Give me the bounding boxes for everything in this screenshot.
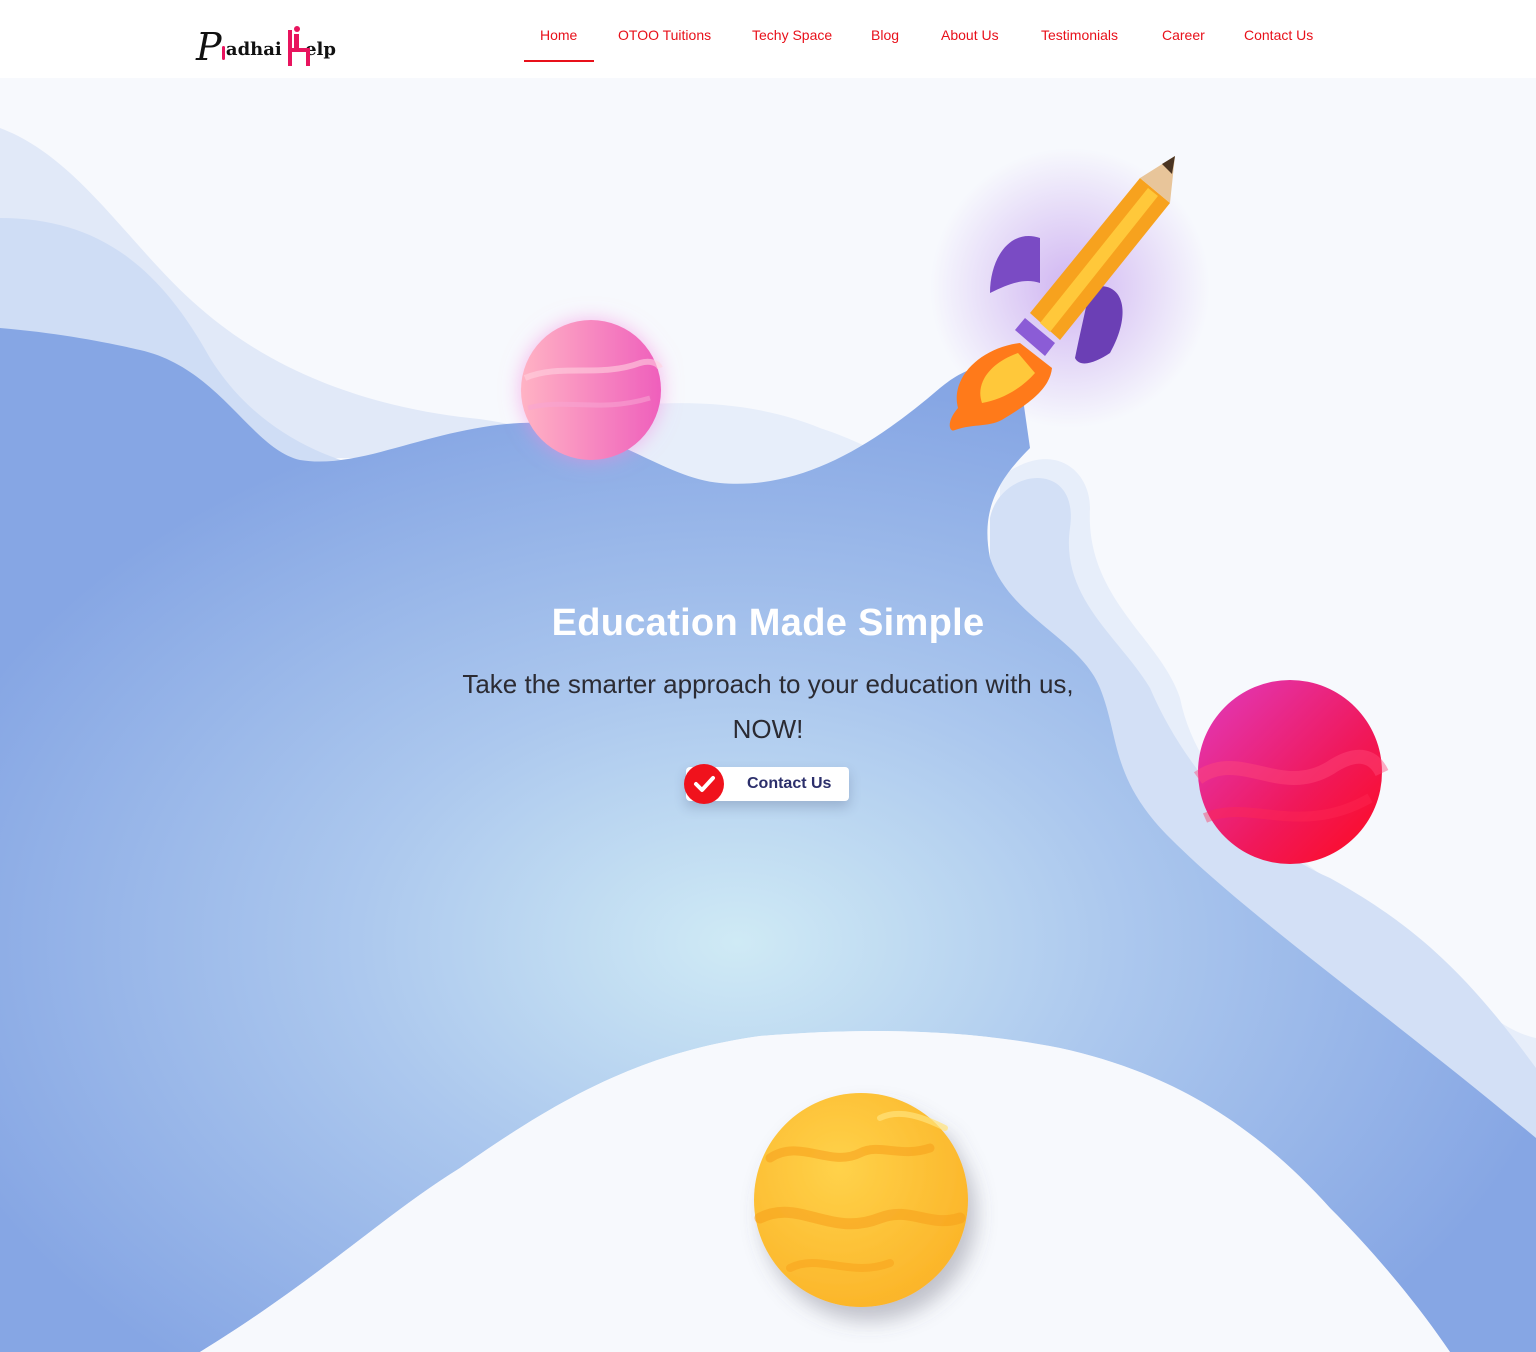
pink-planet-icon — [521, 320, 663, 460]
site-header: P adhai elp Home OTOO Tuitions Techy Spa… — [0, 0, 1536, 78]
magenta-planet-icon — [1193, 680, 1389, 864]
yellow-planet-icon — [754, 1093, 968, 1307]
active-nav-indicator — [524, 60, 594, 62]
nav-item-otoo-tuitions[interactable]: OTOO Tuitions — [618, 27, 711, 43]
nav-item-about-us[interactable]: About Us — [941, 27, 999, 43]
hero-title: Education Made Simple — [551, 602, 985, 644]
contact-us-button[interactable]: Contact Us — [684, 764, 849, 804]
nav-item-career[interactable]: Career — [1162, 27, 1205, 43]
hero-subtitle: Take the smarter approach to your educat… — [462, 669, 1074, 744]
nav-item-testimonials[interactable]: Testimonials — [1041, 27, 1118, 43]
nav-item-contact-us[interactable]: Contact Us — [1244, 27, 1313, 43]
hero-section: Education Made Simple Take the smarter a… — [0, 78, 1536, 1352]
landing-page: P adhai elp Home OTOO Tuitions Techy Spa… — [0, 0, 1536, 1352]
main-nav: Home OTOO Tuitions Techy Space Blog Abou… — [0, 0, 1536, 78]
nav-item-techy-space[interactable]: Techy Space — [752, 27, 832, 43]
nav-item-blog[interactable]: Blog — [871, 27, 899, 43]
nav-item-home[interactable]: Home — [540, 27, 577, 43]
contact-us-button-label: Contact Us — [747, 775, 832, 792]
check-circle-icon — [684, 764, 724, 804]
pencil-rocket-icon — [930, 148, 1210, 431]
